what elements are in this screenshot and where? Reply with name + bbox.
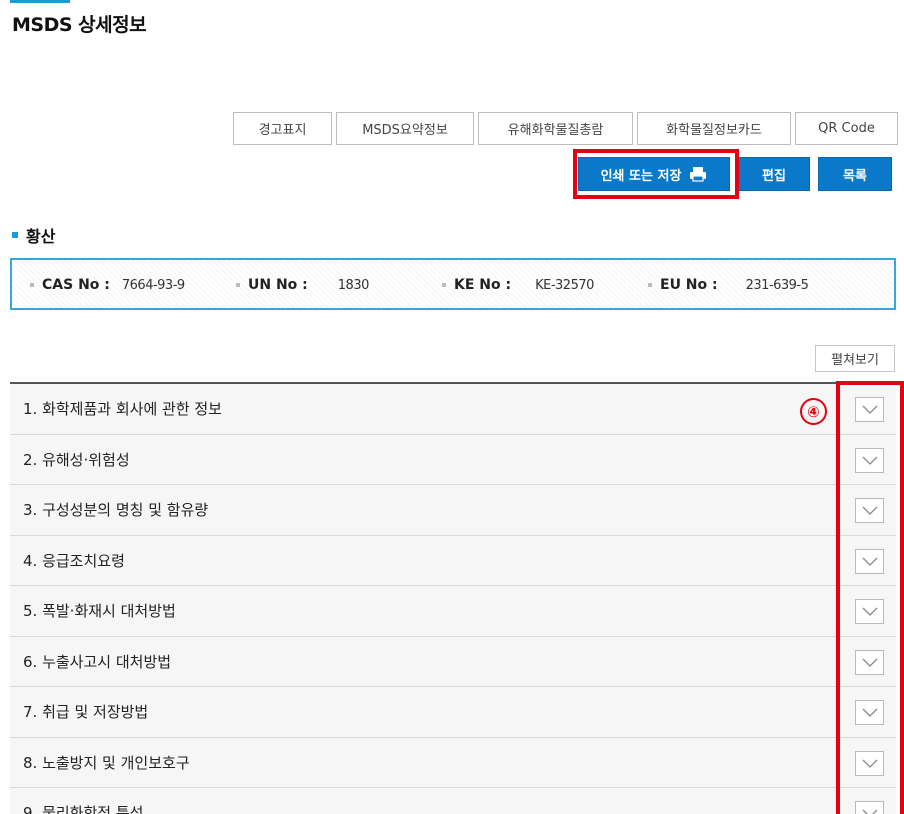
edit-button[interactable]: 편집 bbox=[738, 157, 810, 191]
identifier-box: CAS No : 7664-93-9 UN No : 1830 KE No : … bbox=[10, 258, 896, 310]
section-row[interactable]: 6. 누출사고시 대처방법 bbox=[10, 636, 896, 687]
msds-sections-accordion: 1. 화학제품과 회사에 관한 정보 2. 유해성·위험성 3. 구성성분의 명… bbox=[10, 382, 896, 814]
section-label: 4. 응급조치요령 bbox=[23, 551, 125, 570]
section-row[interactable]: 2. 유해성·위험성 bbox=[10, 434, 896, 485]
id-label: EU No : bbox=[660, 277, 718, 293]
id-value: 7664-93-9 bbox=[121, 277, 185, 293]
section-label: 2. 유해성·위험성 bbox=[23, 450, 130, 469]
section-row[interactable]: 1. 화학제품과 회사에 관한 정보 bbox=[10, 384, 896, 435]
id-value: 231-639-5 bbox=[745, 277, 809, 293]
id-value: KE-32570 bbox=[535, 277, 594, 293]
id-value: 1830 bbox=[337, 277, 370, 293]
bullet-dot bbox=[648, 283, 652, 287]
section-label: 3. 구성성분의 명칭 및 함유량 bbox=[23, 501, 209, 520]
title-accent-bar bbox=[10, 0, 70, 3]
tab-qr-code[interactable]: QR Code bbox=[795, 112, 898, 145]
expand-all-button[interactable]: 펼쳐보기 bbox=[815, 345, 895, 372]
tab-msds-summary[interactable]: MSDS요약정보 bbox=[336, 112, 474, 145]
eu-number: EU No : 231-639-5 bbox=[648, 277, 809, 293]
section-row[interactable]: 8. 노출방지 및 개인보호구 bbox=[10, 737, 896, 788]
tab-chemical-info-card[interactable]: 화학물질정보카드 bbox=[637, 112, 791, 145]
page-title: MSDS 상세정보 bbox=[12, 14, 147, 36]
tab-warning-label[interactable]: 경고표지 bbox=[233, 112, 332, 145]
id-label: UN No : bbox=[248, 277, 308, 293]
heading-bullet bbox=[12, 232, 18, 238]
un-number: UN No : 1830 bbox=[236, 277, 369, 293]
bullet-dot bbox=[236, 283, 240, 287]
cas-number: CAS No : 7664-93-9 bbox=[30, 277, 185, 293]
section-label: 7. 취급 및 저장방법 bbox=[23, 703, 149, 722]
id-label: KE No : bbox=[454, 277, 512, 293]
section-label: 8. 노출방지 및 개인보호구 bbox=[23, 753, 190, 772]
ke-number: KE No : KE-32570 bbox=[442, 277, 594, 293]
substance-heading: 황산 bbox=[12, 223, 55, 247]
section-row[interactable]: 5. 폭발·화재시 대처방법 bbox=[10, 586, 896, 637]
bullet-dot bbox=[442, 283, 446, 287]
section-label: 1. 화학제품과 회사에 관한 정보 bbox=[23, 400, 222, 419]
info-tabs: 경고표지 MSDS요약정보 유해화학물질총람 화학물질정보카드 QR Code bbox=[233, 112, 898, 145]
section-row[interactable]: 4. 응급조치요령 bbox=[10, 535, 896, 586]
id-label: CAS No : bbox=[42, 277, 110, 293]
step-callout-badge: ④ bbox=[800, 398, 827, 425]
chevron-column-highlight-box bbox=[836, 381, 904, 814]
section-row[interactable]: 9. 물리화학적 특성 bbox=[10, 788, 896, 814]
section-label: 9. 물리화학적 특성 bbox=[23, 804, 144, 814]
list-button[interactable]: 목록 bbox=[818, 157, 892, 191]
bullet-dot bbox=[30, 283, 34, 287]
section-row[interactable]: 3. 구성성분의 명칭 및 함유량 bbox=[10, 485, 896, 536]
print-highlight-box bbox=[573, 149, 739, 199]
tab-hazardous-overview[interactable]: 유해화학물질총람 bbox=[478, 112, 633, 145]
section-label: 6. 누출사고시 대처방법 bbox=[23, 652, 172, 671]
section-row[interactable]: 7. 취급 및 저장방법 bbox=[10, 687, 896, 738]
section-label: 5. 폭발·화재시 대처방법 bbox=[23, 602, 176, 621]
substance-name: 황산 bbox=[26, 227, 56, 246]
